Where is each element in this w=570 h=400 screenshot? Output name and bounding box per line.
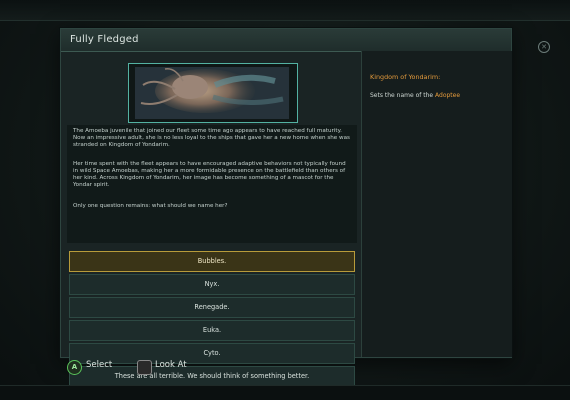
select-label[interactable]: Select — [86, 360, 112, 374]
event-content: The Amoeba juvenile that joined our flee… — [67, 55, 357, 387]
look-at-label[interactable]: Look At — [155, 360, 187, 374]
option-nyx[interactable]: Nyx. — [69, 274, 355, 295]
effects-highlight: Adoptee — [435, 92, 461, 99]
event-window: Fully Fledged The Amoeba juvenile that j… — [60, 28, 512, 387]
amoeba-illustration — [135, 67, 289, 119]
window-title: Fully Fledged — [70, 34, 139, 45]
option-renegade[interactable]: Renegade. — [69, 297, 355, 318]
effects-text-prefix: Sets the name of the — [370, 92, 436, 99]
option-euka[interactable]: Euka. — [69, 320, 355, 341]
bottom-status-bar — [0, 385, 570, 400]
effects-title: Kingdom of Yondarim: — [370, 73, 441, 81]
close-icon[interactable]: ✕ — [538, 41, 550, 53]
effects-panel: Kingdom of Yondarim: Sets the name of th… — [361, 51, 512, 357]
description-paragraph: Only one question remains: what should w… — [73, 203, 228, 209]
title-bar: Fully Fledged — [61, 29, 511, 52]
description-paragraph: Her time spent with the fleet appears to… — [73, 161, 346, 188]
event-portrait-frame — [128, 63, 298, 123]
look-at-icon[interactable] — [137, 360, 152, 375]
effects-text: Sets the name of the Adoptee — [370, 92, 460, 99]
description-paragraph: The Amoeba juvenile that joined our flee… — [73, 128, 350, 148]
top-resource-bar — [0, 0, 570, 21]
a-button-icon[interactable]: A — [67, 360, 82, 375]
option-bubbles[interactable]: Bubbles. — [69, 251, 355, 272]
space-amoeba-image — [135, 67, 289, 119]
event-description: The Amoeba juvenile that joined our flee… — [67, 125, 357, 243]
